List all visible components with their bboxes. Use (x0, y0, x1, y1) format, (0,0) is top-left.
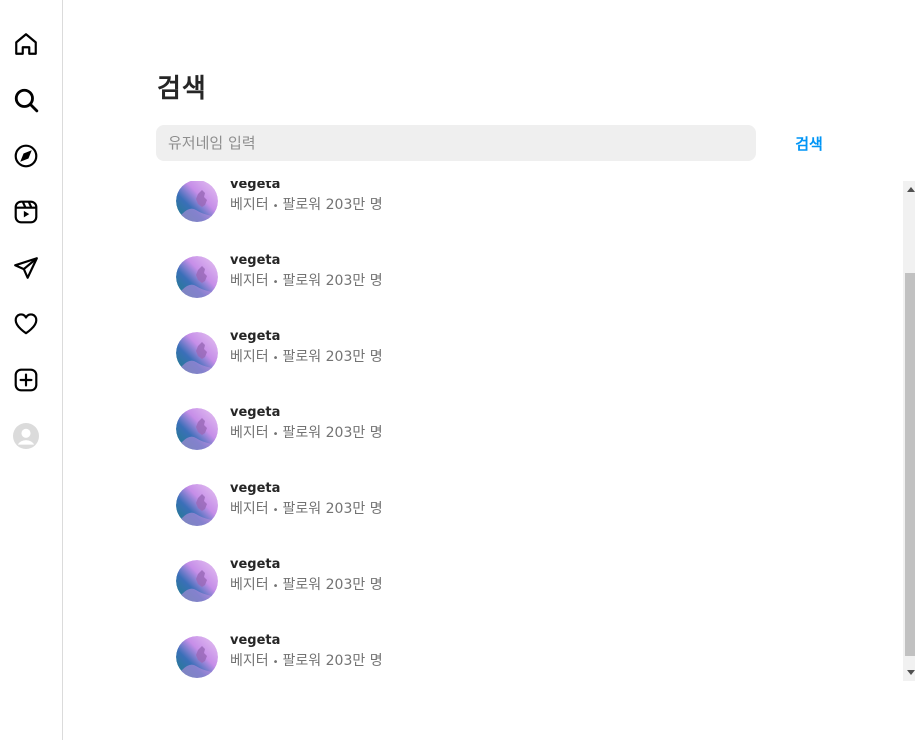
separator-dot: • (272, 657, 279, 668)
result-username: vegeta (230, 253, 281, 268)
explore-icon[interactable] (12, 142, 40, 170)
result-name: 베지터 (230, 577, 269, 593)
result-meta: 베지터 • 팔로워 203만 명 (230, 270, 383, 290)
result-name: 베지터 (230, 197, 269, 213)
list-item[interactable]: vegeta 베지터 • 팔로워 203만 명 (156, 633, 826, 681)
result-meta: 베지터 • 팔로워 203만 명 (230, 498, 383, 518)
search-button[interactable]: 검색 (779, 131, 839, 155)
separator-dot: • (272, 277, 279, 288)
search-input[interactable] (156, 125, 756, 161)
avatar (176, 560, 218, 602)
separator-dot: • (272, 581, 279, 592)
result-meta: 베지터 • 팔로워 203만 명 (230, 574, 383, 594)
result-name: 베지터 (230, 349, 269, 365)
avatar (176, 332, 218, 374)
messages-icon[interactable] (12, 254, 40, 282)
reels-icon[interactable] (12, 198, 40, 226)
scroll-up-arrow[interactable] (903, 181, 915, 198)
page-title: 검색 (157, 74, 207, 104)
result-name: 베지터 (230, 501, 269, 517)
list-item[interactable]: vegeta 베지터 • 팔로워 203만 명 (156, 405, 826, 484)
result-username: vegeta (230, 633, 281, 648)
result-followers: 팔로워 203만 명 (282, 425, 383, 441)
result-username: vegeta (230, 329, 281, 344)
scroll-down-arrow[interactable] (903, 664, 915, 681)
list-item[interactable]: vegeta 베지터 • 팔로워 203만 명 (156, 181, 826, 256)
scrollbar[interactable] (903, 181, 915, 681)
result-followers: 팔로워 203만 명 (282, 577, 383, 593)
result-followers: 팔로워 203만 명 (282, 501, 383, 517)
avatar (176, 256, 218, 298)
avatar (176, 636, 218, 678)
main-content: 검색 검색 vegeta베지터•팔로워 203만 명vegeta베지터•팔로워 … (63, 0, 915, 740)
avatar (176, 408, 218, 450)
result-meta: 베지터 • 팔로워 203만 명 (230, 650, 383, 670)
list-item[interactable]: vegeta 베지터 • 팔로워 203만 명 (156, 329, 826, 408)
result-username: vegeta (230, 181, 281, 192)
list-item[interactable]: vegeta 베지터 • 팔로워 203만 명 (156, 253, 826, 332)
scroll-thumb[interactable] (905, 273, 915, 656)
search-icon[interactable] (12, 86, 40, 114)
create-icon[interactable] (12, 366, 40, 394)
result-name: 베지터 (230, 273, 269, 289)
result-followers: 팔로워 203만 명 (282, 349, 383, 365)
separator-dot: • (272, 429, 279, 440)
profile-icon[interactable] (12, 422, 40, 450)
result-meta: 베지터 • 팔로워 203만 명 (230, 194, 383, 214)
separator-dot: • (272, 201, 279, 212)
result-username: vegeta (230, 557, 281, 572)
home-icon[interactable] (12, 30, 40, 58)
result-meta: 베지터 • 팔로워 203만 명 (230, 422, 383, 442)
search-results-list: vegeta 베지터 • 팔로워 203만 명 vegeta 베지터 • 팔로워 203만 명… (156, 181, 856, 681)
sidebar (0, 0, 63, 740)
list-item[interactable]: vegeta 베지터 • 팔로워 203만 명 (156, 557, 826, 636)
separator-dot: • (272, 505, 279, 516)
result-name: 베지터 (230, 653, 269, 669)
result-name: 베지터 (230, 425, 269, 441)
result-followers: 팔로워 203만 명 (282, 273, 383, 289)
list-item[interactable]: vegeta 베지터 • 팔로워 203만 명 (156, 481, 826, 560)
result-meta: 베지터 • 팔로워 203만 명 (230, 346, 383, 366)
avatar (176, 181, 218, 222)
separator-dot: • (272, 353, 279, 364)
result-followers: 팔로워 203만 명 (282, 653, 383, 669)
result-followers: 팔로워 203만 명 (282, 197, 383, 213)
avatar (176, 484, 218, 526)
notifications-icon[interactable] (12, 310, 40, 338)
result-username: vegeta (230, 481, 281, 496)
result-username: vegeta (230, 405, 281, 420)
